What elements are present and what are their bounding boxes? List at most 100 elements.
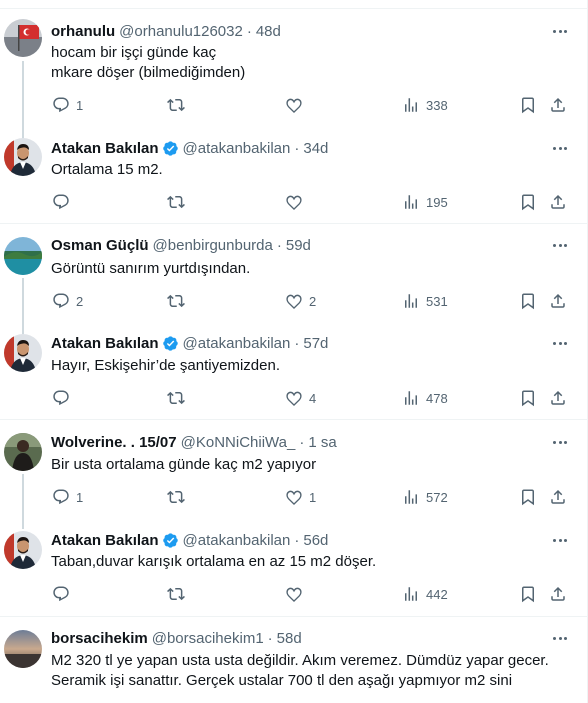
author-name[interactable]: borsacihekim [51, 630, 148, 647]
more-icon[interactable] [550, 333, 570, 353]
share-button[interactable] [549, 584, 567, 604]
share-button[interactable] [549, 388, 567, 408]
timestamp[interactable]: 34d [303, 140, 328, 157]
avatar[interactable] [4, 433, 42, 471]
author-name[interactable]: orhanulu [51, 23, 115, 40]
reply-icon [52, 96, 70, 114]
author-name[interactable]: Atakan Bakılan [51, 335, 159, 352]
likes-count: 4 [309, 390, 317, 406]
views-button[interactable]: 338 [402, 95, 448, 115]
reply-button[interactable] [52, 388, 76, 408]
tweet[interactable]: borsacihekim @borsacihekim1 · 58d M2 320… [0, 617, 588, 703]
tweet[interactable]: Atakan Bakılan @atakanbakilan · 56d Taba… [0, 519, 588, 617]
views-icon [402, 96, 420, 114]
bookmark-button[interactable] [519, 487, 537, 507]
timestamp[interactable]: 56d [303, 532, 328, 549]
more-icon[interactable] [550, 21, 570, 41]
separator-dot: · [267, 629, 273, 647]
tweet[interactable]: Wolverine. . 15/07 @KoNNiChiiWa_ · 1 sa … [0, 420, 588, 529]
more-icon[interactable] [550, 530, 570, 550]
reply-button[interactable]: 1 [52, 487, 83, 507]
reply-button[interactable] [52, 192, 76, 212]
bookmark-button[interactable] [519, 584, 537, 604]
separator-dot: · [246, 22, 252, 40]
author-handle[interactable]: @borsacihekim1 [152, 630, 264, 647]
avatar[interactable] [4, 19, 42, 57]
more-icon[interactable] [550, 235, 570, 255]
avatar[interactable] [4, 237, 42, 275]
author-name[interactable]: Atakan Bakılan [51, 532, 159, 549]
timestamp[interactable]: 48d [256, 23, 281, 40]
views-button[interactable]: 572 [402, 487, 448, 507]
separator-dot: · [276, 236, 282, 254]
bookmark-button[interactable] [519, 192, 537, 212]
author-handle[interactable]: @benbirgunburda [153, 237, 273, 254]
tweet-text: M2 320 tl ye yapan usta usta değildir. A… [51, 652, 549, 689]
thread-line [22, 61, 24, 139]
retweet-button[interactable] [167, 584, 191, 604]
bookmark-icon [519, 488, 537, 506]
views-button[interactable]: 531 [402, 291, 448, 311]
replies-count: 1 [76, 489, 84, 505]
heart-button[interactable] [285, 584, 309, 604]
tweet[interactable]: Osman Güçlü @benbirgunburda · 59d Görünt… [0, 224, 588, 334]
retweet-button[interactable] [167, 291, 191, 311]
reply-button[interactable]: 1 [52, 95, 83, 115]
more-icon[interactable] [550, 138, 570, 158]
share-button[interactable] [549, 192, 567, 212]
reply-icon [52, 488, 70, 506]
timestamp[interactable]: 1 sa [308, 434, 336, 451]
share-button[interactable] [549, 487, 567, 507]
share-button[interactable] [549, 291, 567, 311]
author-handle[interactable]: @KoNNiChiiWa_ [181, 434, 296, 451]
tweet-text: Taban,duvar karışık ortalama en az 15 m2… [51, 553, 377, 570]
separator-dot: · [294, 139, 300, 157]
tweet[interactable]: Atakan Bakılan @atakanbakilan · 57d Hayı… [0, 324, 588, 420]
author-name[interactable]: Osman Güçlü [51, 237, 149, 254]
retweet-button[interactable] [167, 487, 191, 507]
tweet-header: Wolverine. . 15/07 @KoNNiChiiWa_ · 1 sa [51, 432, 337, 452]
tweet-header: orhanulu @orhanulu126032 · 48d [51, 21, 281, 41]
views-button[interactable]: 442 [402, 584, 448, 604]
timestamp[interactable]: 59d [286, 237, 311, 254]
tweet-header: Osman Güçlü @benbirgunburda · 59d [51, 235, 311, 255]
bookmark-button[interactable] [519, 95, 537, 115]
more-icon[interactable] [550, 628, 570, 648]
reply-button[interactable] [52, 584, 76, 604]
reply-icon [52, 292, 70, 310]
heart-button[interactable] [285, 192, 309, 212]
tweet[interactable]: orhanulu @orhanulu126032 · 48d hocam bir… [0, 9, 588, 139]
author-handle[interactable]: @atakanbakilan [183, 335, 291, 352]
heart-button[interactable]: 4 [285, 388, 316, 408]
reply-button[interactable]: 2 [52, 291, 83, 311]
retweet-button[interactable] [167, 192, 191, 212]
views-button[interactable]: 195 [402, 192, 448, 212]
heart-button[interactable] [285, 95, 309, 115]
author-name[interactable]: Atakan Bakılan [51, 140, 159, 157]
avatar[interactable] [4, 630, 42, 668]
action-bar: 195 [51, 192, 571, 212]
retweet-button[interactable] [167, 95, 191, 115]
author-handle[interactable]: @atakanbakilan [183, 532, 291, 549]
author-name[interactable]: Wolverine. . 15/07 [51, 434, 177, 451]
retweet-icon [167, 96, 185, 114]
tweet-header: Atakan Bakılan @atakanbakilan · 34d [51, 138, 328, 158]
heart-button[interactable]: 1 [285, 487, 316, 507]
avatar[interactable] [4, 334, 42, 372]
views-button[interactable]: 478 [402, 388, 448, 408]
retweet-button[interactable] [167, 388, 191, 408]
timestamp[interactable]: 58d [277, 630, 302, 647]
bookmark-button[interactable] [519, 388, 537, 408]
bookmark-button[interactable] [519, 291, 537, 311]
author-handle[interactable]: @atakanbakilan [183, 140, 291, 157]
more-icon[interactable] [550, 432, 570, 452]
author-handle[interactable]: @orhanulu126032 [119, 23, 243, 40]
avatar[interactable] [4, 531, 42, 569]
views-count: 195 [426, 194, 448, 210]
timestamp[interactable]: 57d [303, 335, 328, 352]
views-icon [402, 193, 420, 211]
share-button[interactable] [549, 95, 567, 115]
avatar[interactable] [4, 138, 42, 176]
heart-button[interactable]: 2 [285, 291, 316, 311]
tweet[interactable]: Atakan Bakılan @atakanbakilan · 34d Orta… [0, 131, 588, 224]
